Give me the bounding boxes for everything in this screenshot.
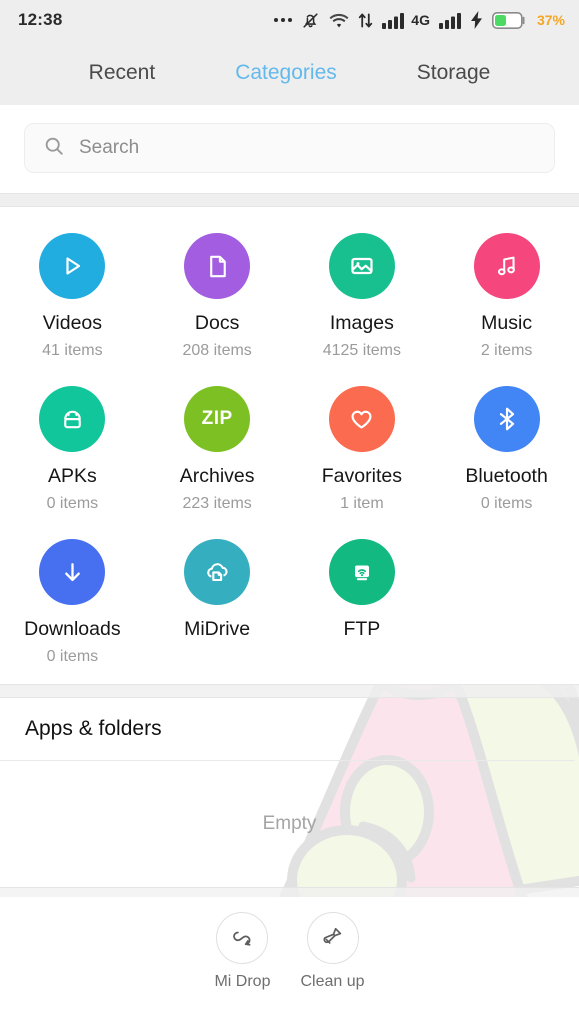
bottom-action-clean-up[interactable]: Clean up xyxy=(300,912,365,991)
document-icon xyxy=(203,252,232,281)
data-transfer-icon xyxy=(358,11,373,30)
favorites-icon-circle xyxy=(328,386,395,452)
status-time: 12:38 xyxy=(18,10,63,29)
apps-folders-header: Apps & folders xyxy=(0,698,579,760)
tab-categories[interactable]: Categories xyxy=(233,57,339,89)
bluetooth-icon xyxy=(494,405,520,433)
broom-brush-icon xyxy=(320,923,346,954)
battery-icon xyxy=(491,11,526,29)
tab-recent[interactable]: Recent xyxy=(87,57,158,89)
categories-grid: Videos 41 items Docs 208 items Images 41… xyxy=(0,233,579,666)
category-label: Favorites xyxy=(321,465,402,487)
grid-empty-slot xyxy=(434,539,579,666)
status-icon-tray: 4G 37% xyxy=(274,11,565,30)
videos-icon-circle xyxy=(39,233,106,299)
category-count: 223 items xyxy=(182,495,252,512)
category-bluetooth[interactable]: Bluetooth 0 items xyxy=(434,386,579,513)
category-docs[interactable]: Docs 208 items xyxy=(145,233,290,360)
top-tab-bar: Recent Categories Storage xyxy=(0,40,579,105)
bell-muted-icon xyxy=(301,11,320,30)
tab-storage[interactable]: Storage xyxy=(415,57,493,89)
battery-percent-label: 37% xyxy=(536,12,565,28)
empty-label: Empty xyxy=(262,813,317,834)
category-label: Archives xyxy=(179,465,255,487)
charging-bolt-icon xyxy=(470,11,483,29)
more-dots-icon xyxy=(274,18,293,22)
docs-icon-circle xyxy=(184,233,251,299)
status-bar: 12:38 4G 37% xyxy=(0,0,579,40)
clean-up-label: Clean up xyxy=(300,973,365,990)
category-label: Bluetooth xyxy=(465,465,548,487)
category-apks[interactable]: APKs 0 items xyxy=(0,386,145,513)
category-midrive[interactable]: MiDrive xyxy=(145,539,290,666)
category-favorites[interactable]: Favorites 1 item xyxy=(290,386,435,513)
category-label: MiDrive xyxy=(184,618,251,640)
bottom-bar-divider xyxy=(0,887,579,897)
downloads-icon-circle xyxy=(39,539,106,605)
wifi-icon xyxy=(329,11,349,30)
clean-up-button[interactable] xyxy=(306,912,359,964)
category-count: 0 items xyxy=(46,648,99,665)
images-icon-circle xyxy=(328,233,395,299)
category-label: FTP xyxy=(343,618,381,640)
search-container: Search xyxy=(0,105,579,193)
apks-icon-circle xyxy=(39,386,106,452)
category-count: 1 item xyxy=(340,495,384,512)
category-downloads[interactable]: Downloads 0 items xyxy=(0,539,145,666)
category-images[interactable]: Images 4125 items xyxy=(290,233,435,360)
category-label: APKs xyxy=(47,465,97,487)
android-icon xyxy=(58,405,87,434)
category-count: 0 items xyxy=(480,495,533,512)
midrive-icon-circle xyxy=(184,539,251,605)
play-icon xyxy=(57,251,87,281)
ftp-icon-circle xyxy=(328,539,395,605)
category-count: 0 items xyxy=(46,495,99,512)
section-divider-apps xyxy=(0,684,579,698)
category-label: Docs xyxy=(194,312,240,334)
category-label: Music xyxy=(481,312,533,334)
zip-icon: ZIP xyxy=(201,408,233,429)
file-manager-screen: 12:38 4G 37% Recent Categories Storage S… xyxy=(0,0,579,1024)
download-icon xyxy=(58,558,87,587)
mi-drop-button[interactable] xyxy=(216,912,269,964)
apps-folders-title: Apps & folders xyxy=(25,717,162,740)
category-music[interactable]: Music 2 items xyxy=(434,233,579,360)
category-videos[interactable]: Videos 41 items xyxy=(0,233,145,360)
category-label: Videos xyxy=(42,312,103,334)
bottom-action-bar: Mi Drop Clean up xyxy=(0,897,579,1009)
search-placeholder: Search xyxy=(79,137,140,158)
categories-panel: Videos 41 items Docs 208 items Images 41… xyxy=(0,207,579,684)
ftp-cast-icon xyxy=(348,558,376,586)
category-label: Images xyxy=(329,312,394,334)
music-note-icon xyxy=(493,252,521,280)
category-ftp[interactable]: FTP xyxy=(290,539,435,666)
bottom-action-mi-drop[interactable]: Mi Drop xyxy=(214,912,270,991)
section-divider-top xyxy=(0,193,579,207)
category-label: Downloads xyxy=(24,618,121,640)
music-icon-circle xyxy=(473,233,540,299)
category-count: 41 items xyxy=(42,342,103,359)
signal-bars-2-icon xyxy=(438,12,462,29)
cloud-file-icon xyxy=(202,557,232,587)
mi-drop-loop-icon xyxy=(229,923,255,954)
network-type-label: 4G xyxy=(411,12,430,28)
search-input[interactable]: Search xyxy=(24,123,555,173)
apps-folders-empty-state: Empty xyxy=(0,761,579,887)
category-count: 208 items xyxy=(182,342,252,359)
photo-icon xyxy=(347,251,377,281)
category-count: 4125 items xyxy=(322,342,401,359)
heart-icon xyxy=(347,405,376,434)
mi-drop-label: Mi Drop xyxy=(214,973,271,990)
archives-icon-circle: ZIP xyxy=(184,386,251,452)
signal-bars-icon xyxy=(382,12,405,29)
category-count: 2 items xyxy=(480,342,533,359)
category-archives[interactable]: ZIP Archives 223 items xyxy=(145,386,290,513)
bluetooth-icon-circle xyxy=(473,386,540,452)
search-icon xyxy=(43,135,65,162)
